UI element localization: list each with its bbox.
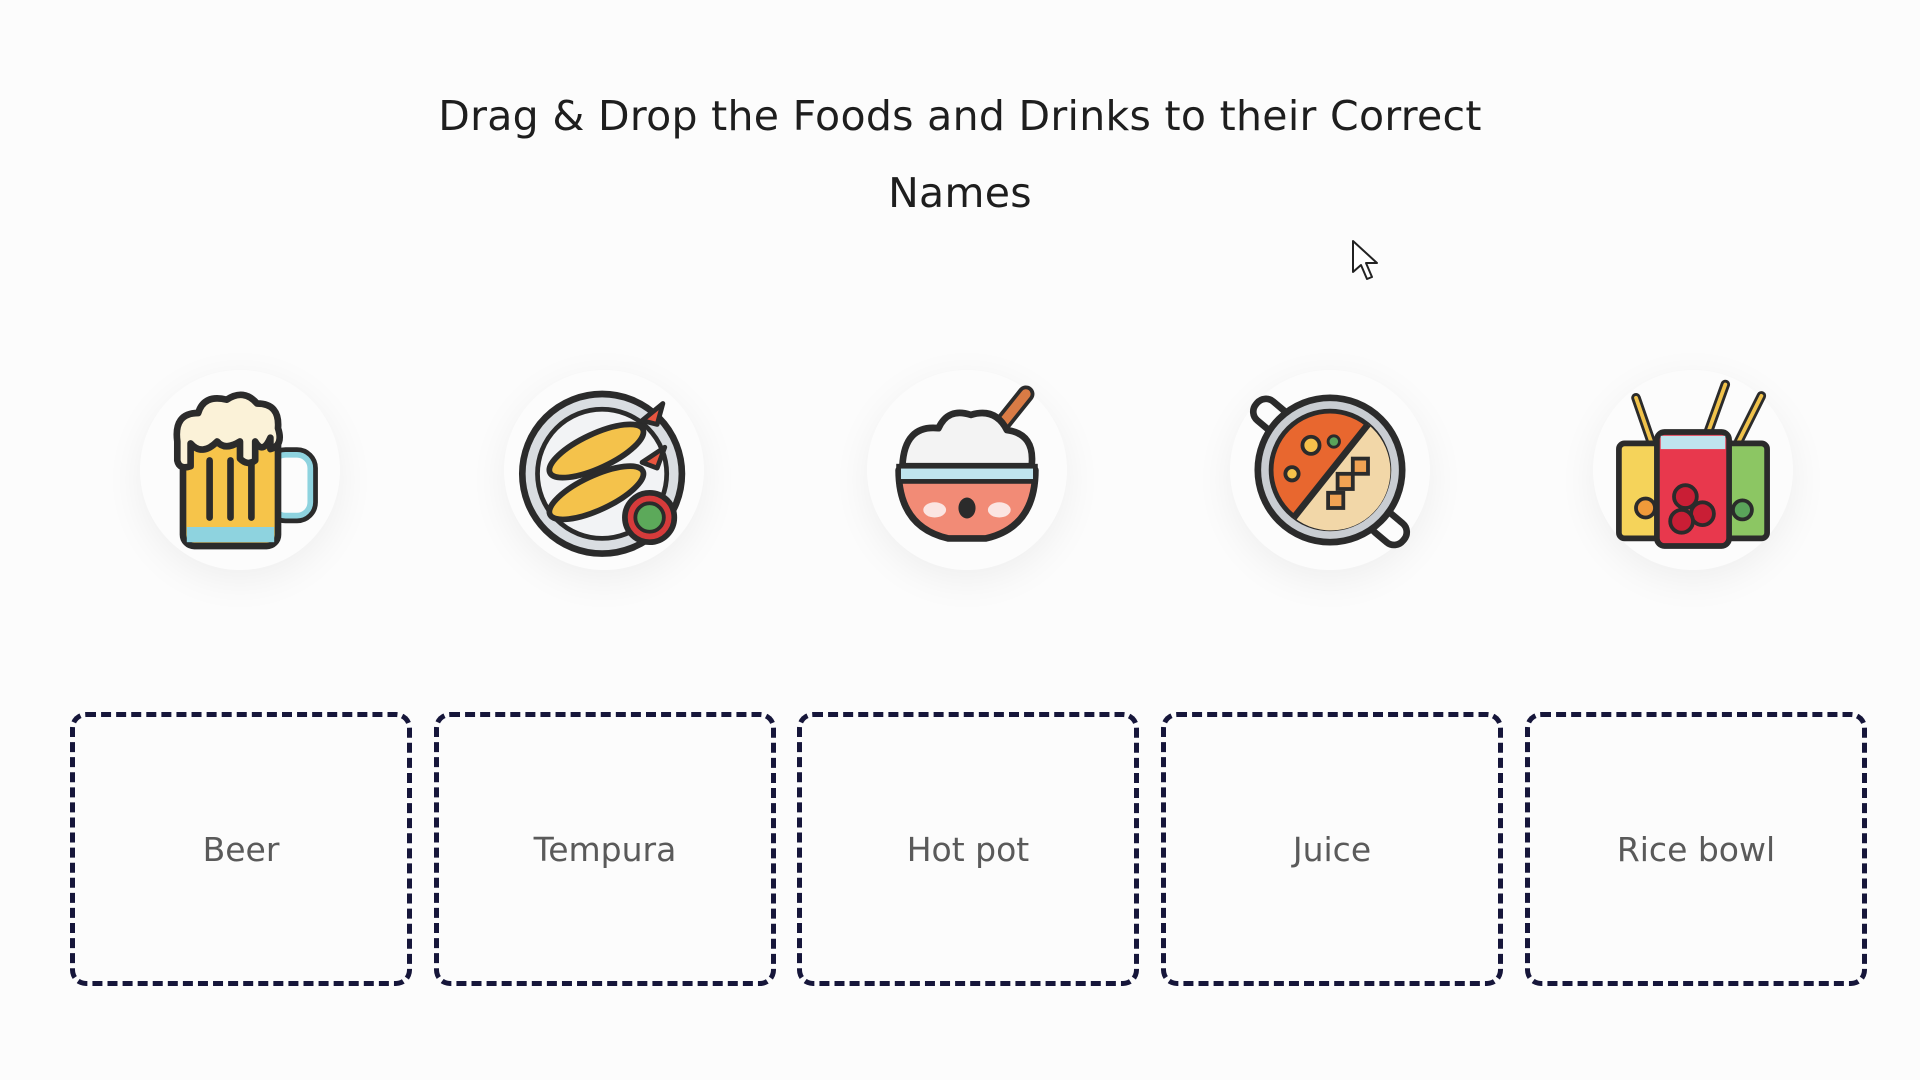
drag-drop-game: Drag & Drop the Foods and Drinks to thei… (0, 0, 1920, 1080)
drop-zone-hot-pot[interactable]: Hot pot (797, 712, 1139, 986)
draggable-items-row (0, 340, 1920, 620)
drop-zone-label: Hot pot (906, 829, 1030, 869)
juice-glasses-icon (1616, 379, 1770, 549)
draggable-rice-bowl[interactable] (837, 340, 1097, 600)
drop-zone-rice-bowl[interactable]: Rice bowl (1525, 712, 1867, 986)
drop-zone-beer[interactable]: Beer (70, 712, 412, 986)
drop-zone-tempura[interactable]: Tempura (434, 712, 776, 986)
page-title-text: Drag & Drop the Foods and Drinks to thei… (438, 92, 1482, 217)
drop-zones-row: Beer Tempura Hot pot Juice Rice bowl (0, 712, 1920, 988)
draggable-beer[interactable] (110, 340, 370, 600)
hot-pot-icon (1249, 394, 1411, 549)
draggable-juice[interactable] (1563, 340, 1823, 600)
drop-zone-label: Tempura (533, 829, 677, 869)
rice-bowl-icon (895, 385, 1039, 542)
drop-zone-juice[interactable]: Juice (1161, 712, 1503, 986)
mouse-cursor-icon (1352, 240, 1378, 280)
beer-mug-icon (173, 391, 318, 550)
tempura-plate-icon (518, 390, 686, 557)
draggable-hot-pot[interactable] (1200, 340, 1460, 600)
page-title: Drag & Drop the Foods and Drinks to thei… (0, 78, 1920, 232)
drop-zone-label: Juice (1292, 829, 1372, 869)
drop-zone-label: Rice bowl (1616, 829, 1776, 869)
draggable-tempura[interactable] (474, 340, 734, 600)
drop-zone-label: Beer (202, 829, 280, 869)
